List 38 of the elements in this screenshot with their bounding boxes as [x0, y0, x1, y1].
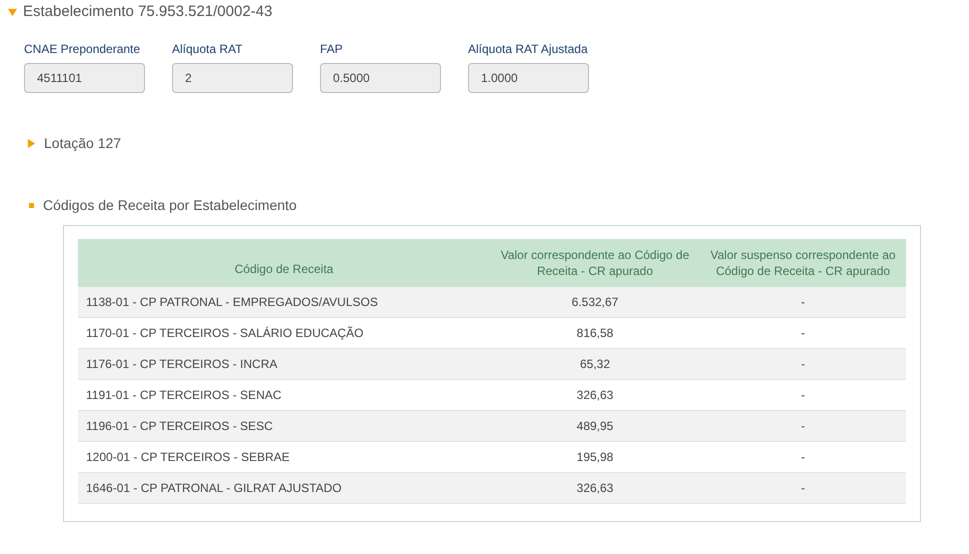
square-bullet-icon: [29, 202, 34, 208]
table-cell-text: -: [800, 294, 806, 311]
table-cell-text: -: [800, 480, 806, 497]
table-cell-text: -: [800, 387, 806, 404]
table-cell-text: -: [800, 356, 806, 373]
input-field[interactable]: 2: [172, 63, 293, 93]
table-cell-text: 1191-01 - CP TERCEIROS - SENAC: [85, 387, 282, 404]
table-cell-text: 65,32: [578, 356, 612, 373]
field-label: FAP: [320, 41, 344, 57]
input-field[interactable]: 4511101: [24, 63, 145, 93]
table-cell-text: -: [800, 449, 806, 466]
table-cell-text: 326,63: [576, 387, 614, 404]
table-cell-text: 1646-01 - CP PATRONAL - GILRAT AJUSTADO: [85, 480, 343, 497]
field-label: CNAE Preponderante: [24, 41, 142, 57]
section-title[interactable]: Lotação 127: [44, 132, 122, 154]
field-label: Alíquota RAT: [172, 41, 244, 57]
table-cell-text: 1200-01 - CP TERCEIROS - SEBRAE: [85, 449, 291, 466]
table-cell-text: 1138-01 - CP PATRONAL - EMPREGADOS/AVULSOS: [85, 294, 379, 311]
table-cell-text: 326,63: [576, 480, 614, 497]
column-header: Código de Receita: [234, 261, 334, 278]
table-cell-text: 1196-01 - CP TERCEIROS - SESC: [85, 418, 274, 435]
table-cell-text: 1170-01 - CP TERCEIROS - SALÁRIO EDUCAÇÃO: [85, 325, 364, 342]
table-cell-text: 1176-01 - CP TERCEIROS - INCRA: [85, 356, 278, 373]
table-cell-text: 195,98: [576, 449, 614, 466]
table-cell-text: 816,58: [576, 325, 614, 342]
caret-right-icon[interactable]: [27, 138, 36, 148]
column-header: Valor correspondente ao Código de Receita - CR apurado: [500, 247, 690, 280]
input-field[interactable]: 0.5000: [320, 63, 441, 93]
table-cell-text: 6.532,67: [570, 294, 620, 311]
input-field[interactable]: 1.0000: [468, 63, 589, 93]
table-cell-text: -: [800, 418, 806, 435]
column-header: Valor suspenso correspondente ao Código de Receita - CR apurado: [709, 247, 897, 280]
table-cell-text: 489,95: [576, 418, 614, 435]
table-cell-text: -: [800, 325, 806, 342]
caret-down-icon[interactable]: [8, 8, 17, 16]
section-title[interactable]: Estabelecimento 75.953.521/0002-43: [23, 0, 272, 24]
section-title: Códigos de Receita por Estabelecimento: [43, 196, 297, 215]
field-label: Alíquota RAT Ajustada: [468, 41, 589, 57]
